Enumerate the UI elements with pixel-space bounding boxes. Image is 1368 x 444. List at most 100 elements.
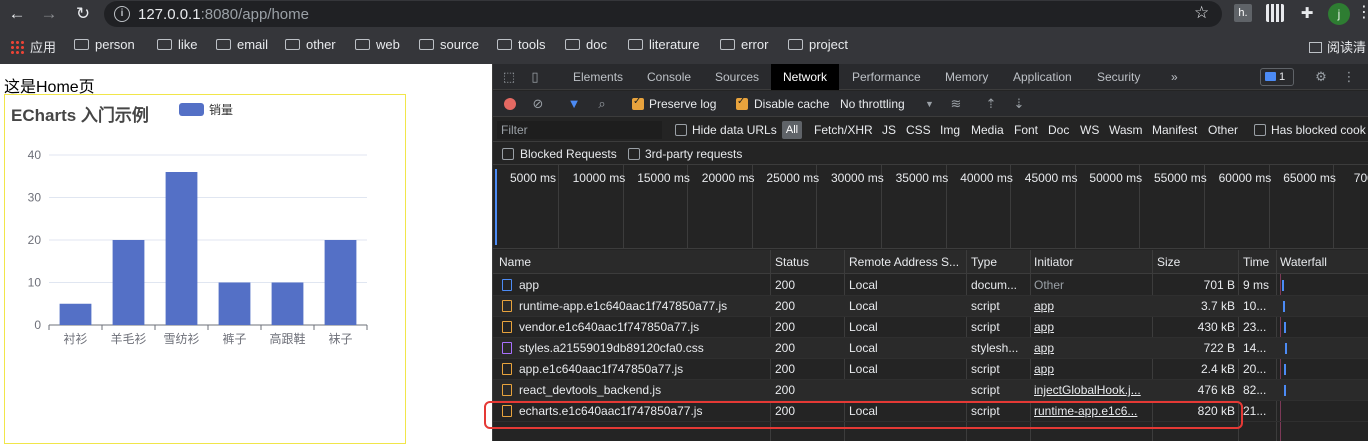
cell-name[interactable]: styles.a21559019db89120cfa0.css [519, 341, 767, 355]
cell-initiator[interactable]: app [1034, 362, 1148, 376]
column-status[interactable]: Status [775, 255, 841, 269]
export-har-icon[interactable]: ⇣ [1011, 96, 1027, 112]
column-remote-address[interactable]: Remote Address S... [849, 255, 965, 269]
blocked-requests-label[interactable]: Blocked Requests [520, 147, 617, 161]
cell-name[interactable]: app [519, 278, 767, 292]
qr-code-icon[interactable] [1266, 4, 1284, 22]
tab-application[interactable]: Application [1013, 64, 1072, 90]
tab-sources[interactable]: Sources [715, 64, 759, 90]
cell-initiator[interactable]: app [1034, 299, 1148, 313]
filter-font[interactable]: Font [1014, 123, 1038, 137]
issues-badge[interactable]: 1 [1260, 68, 1294, 86]
column-type[interactable]: Type [971, 255, 1027, 269]
filter-input[interactable]: Filter [497, 121, 662, 139]
filter-media[interactable]: Media [971, 123, 1004, 137]
more-menu-icon[interactable]: ⋮ [1356, 2, 1368, 22]
tab-security[interactable]: Security [1097, 64, 1140, 90]
network-conditions-icon[interactable]: ≋ [948, 96, 964, 112]
column-waterfall[interactable]: Waterfall [1280, 255, 1366, 269]
filter-css[interactable]: CSS [906, 123, 931, 137]
preserve-log-checkbox[interactable] [632, 96, 644, 110]
bookmark-star-icon[interactable]: ☆ [1194, 3, 1209, 23]
bookmark-tools[interactable]: tools [497, 37, 545, 52]
tab-elements[interactable]: Elements [573, 64, 623, 90]
filter-funnel-icon[interactable]: ▼ [566, 96, 582, 112]
filter-img[interactable]: Img [940, 123, 960, 137]
hide-data-urls-checkbox[interactable] [675, 124, 687, 136]
column-name[interactable]: Name [499, 255, 769, 269]
bookmark-literature[interactable]: literature [628, 37, 700, 52]
search-icon[interactable]: ⌕ [594, 96, 610, 112]
tab-network[interactable]: Network [771, 64, 840, 90]
hide-data-urls-label[interactable]: Hide data URLs [692, 123, 777, 137]
device-toolbar-icon[interactable]: ▯ [527, 69, 543, 85]
blocked-requests-checkbox[interactable] [502, 148, 514, 160]
bookmark-like[interactable]: like [157, 37, 198, 52]
filter-wasm[interactable]: Wasm [1109, 123, 1143, 137]
bookmark-person[interactable]: person [74, 37, 135, 52]
filter-doc[interactable]: Doc [1048, 123, 1069, 137]
import-har-icon[interactable]: ⇡ [983, 96, 999, 112]
tab-memory[interactable]: Memory [945, 64, 988, 90]
filter-all-chip[interactable]: All [782, 121, 802, 139]
table-row[interactable]: styles.a21559019db89120cfa0.css 200 Local s… [493, 338, 1368, 359]
table-row[interactable]: app.e1c640aac1f747850a77.js 200 Local scrip… [493, 359, 1368, 380]
cell-initiator[interactable]: injectGlobalHook.j... [1034, 383, 1148, 397]
extensions-puzzle-icon[interactable]: ✚ [1296, 3, 1318, 25]
reload-icon[interactable]: ↻ [72, 3, 94, 25]
tab-console[interactable]: Console [647, 64, 691, 90]
cell-initiator[interactable]: app [1034, 320, 1148, 334]
table-row[interactable]: runtime-app.e1c640aac1f747850a77.js 200 Lo… [493, 296, 1368, 317]
has-blocked-cookies-checkbox[interactable] [1254, 124, 1266, 136]
tab-performance[interactable]: Performance [852, 64, 921, 90]
chevron-down-icon[interactable]: ▼ [925, 99, 934, 109]
cell-name[interactable]: app.e1c640aac1f747850a77.js [519, 362, 767, 376]
bookmark-apps[interactable]: 应用 [10, 37, 56, 56]
address-bar[interactable]: i 127.0.0.1:8080/app/home [104, 1, 1222, 27]
url-text[interactable]: 127.0.0.1:8080/app/home [138, 6, 309, 23]
record-icon[interactable] [504, 98, 516, 110]
site-info-icon[interactable]: i [114, 6, 130, 22]
devtools-more-icon[interactable]: ⋮ [1341, 69, 1357, 85]
column-initiator[interactable]: Initiator [1034, 255, 1150, 269]
filter-fetch-xhr[interactable]: Fetch/XHR [814, 123, 873, 137]
third-party-checkbox[interactable] [628, 148, 640, 160]
bookmark-email[interactable]: email [216, 37, 268, 52]
cell-name[interactable]: react_devtools_backend.js [519, 383, 767, 397]
back-arrow-icon[interactable]: ← [6, 3, 28, 25]
bookmark-source[interactable]: source [419, 37, 479, 52]
bookmark-doc[interactable]: doc [565, 37, 607, 52]
cell-initiator[interactable]: runtime-app.e1c6... [1034, 404, 1148, 418]
table-row[interactable]: echarts.e1c640aac1f747850a77.js 200 Local s… [493, 401, 1368, 422]
cell-name[interactable]: vendor.e1c640aac1f747850a77.js [519, 320, 767, 334]
cell-name[interactable]: runtime-app.e1c640aac1f747850a77.js [519, 299, 767, 313]
throttling-select[interactable]: No throttling [840, 97, 905, 111]
bookmark-other[interactable]: other [285, 37, 336, 52]
disable-cache-checkbox[interactable] [736, 96, 748, 110]
bookmark-project[interactable]: project [788, 37, 848, 52]
has-blocked-cookies-label[interactable]: Has blocked cook [1271, 123, 1366, 137]
overview-timeline[interactable]: 5000 ms 10000 ms 15000 ms 20000 ms 25000 ms 3… [493, 165, 1368, 249]
settings-gear-icon[interactable]: ⚙ [1313, 69, 1329, 85]
filter-other[interactable]: Other [1208, 123, 1238, 137]
filter-manifest[interactable]: Manifest [1152, 123, 1197, 137]
bookmark-error[interactable]: error [720, 37, 768, 52]
disable-cache-label[interactable]: Disable cache [754, 97, 829, 111]
table-row[interactable]: app 200 Local docum... Other 701 B 9 ms [493, 275, 1368, 296]
preserve-log-label[interactable]: Preserve log [649, 97, 716, 111]
column-size[interactable]: Size [1157, 255, 1237, 269]
table-row[interactable]: react_devtools_backend.js 200 script inject… [493, 380, 1368, 401]
third-party-label[interactable]: 3rd-party requests [645, 147, 742, 161]
cell-name[interactable]: echarts.e1c640aac1f747850a77.js [519, 404, 767, 418]
profile-avatar[interactable]: j [1328, 3, 1350, 25]
column-time[interactable]: Time [1243, 255, 1275, 269]
more-tabs-button[interactable]: » [1171, 64, 1178, 90]
inspect-element-icon[interactable]: ⬚ [501, 69, 517, 85]
filter-js[interactable]: JS [882, 123, 896, 137]
table-row[interactable]: vendor.e1c640aac1f747850a77.js 200 Local sc… [493, 317, 1368, 338]
cell-initiator[interactable]: app [1034, 341, 1148, 355]
forward-arrow-icon[interactable]: → [38, 3, 60, 25]
extension-h-icon[interactable]: h. [1234, 4, 1252, 22]
reading-list[interactable]: 阅读清 [1309, 37, 1366, 56]
bookmark-web[interactable]: web [355, 37, 400, 52]
